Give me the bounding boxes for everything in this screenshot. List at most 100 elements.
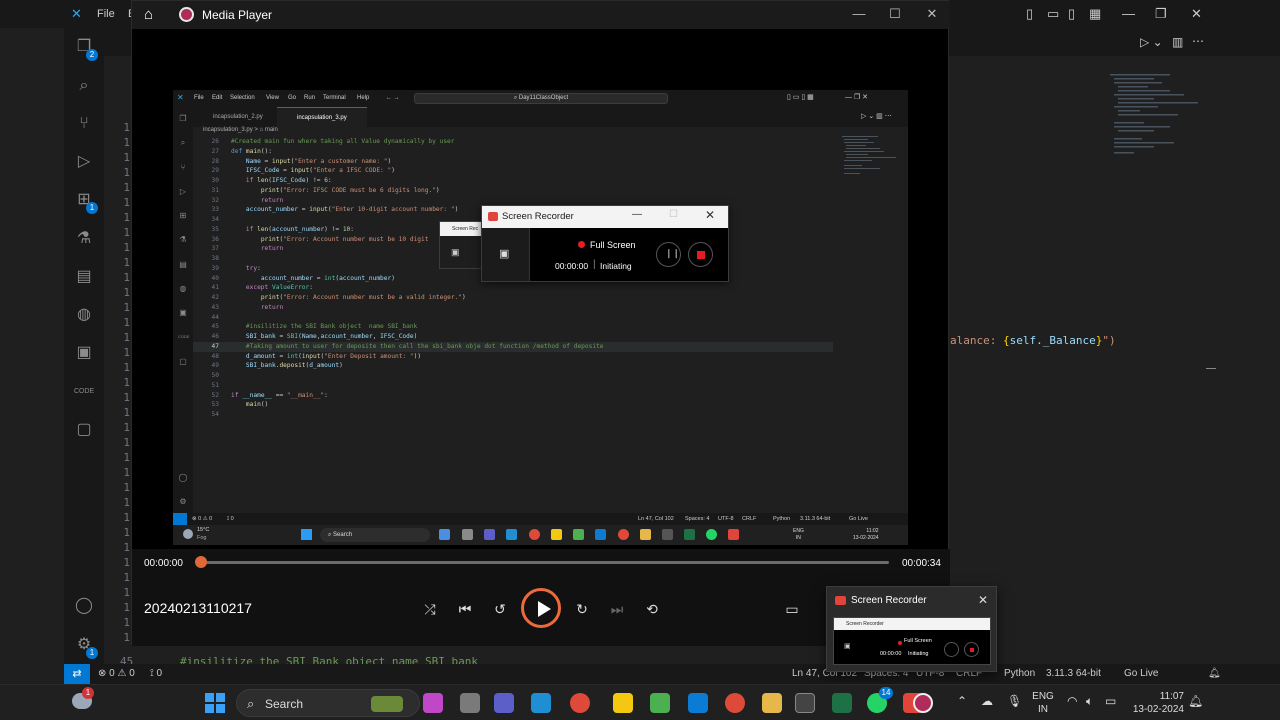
- inner-settings-icon: ⚙: [179, 497, 187, 506]
- teams-icon[interactable]: [494, 693, 514, 713]
- extensions-icon[interactable]: ⊞ 1: [74, 190, 98, 214]
- copilot-icon[interactable]: [423, 693, 443, 713]
- inner-vscode-logo-icon: ✕: [177, 93, 184, 102]
- source-control-icon[interactable]: ⑂: [74, 114, 94, 134]
- chrome-icon[interactable]: [570, 693, 590, 713]
- inner-start-icon: [301, 529, 312, 540]
- docker-icon[interactable]: ▣: [74, 343, 94, 363]
- forward-30-icon[interactable]: ↻: [572, 599, 592, 619]
- layout-sidebar-icon[interactable]: ▯: [1026, 6, 1033, 22]
- more-actions-icon[interactable]: ⋯: [1192, 34, 1204, 48]
- start-button-icon[interactable]: [205, 693, 225, 713]
- inner-app-icon-12: [684, 529, 695, 540]
- maximize-icon[interactable]: ☐: [885, 6, 905, 22]
- git-graph-icon[interactable]: ◍: [74, 305, 94, 325]
- layout-secondary-sidebar-icon[interactable]: ▯: [1068, 6, 1075, 22]
- gutter-line-number: 1: [123, 226, 130, 239]
- rewind-10-icon[interactable]: ↺: [490, 599, 510, 619]
- run-file-icon[interactable]: ▷ ⌄: [1140, 35, 1163, 49]
- power-bi-icon[interactable]: [613, 693, 633, 713]
- thumb-title: Screen Recorder: [834, 618, 990, 630]
- python-interpreter[interactable]: 3.11.3 64-bit: [1046, 664, 1101, 684]
- run-debug-icon[interactable]: ▷: [74, 152, 94, 172]
- close-icon[interactable]: ✕: [1191, 6, 1202, 22]
- close-icon[interactable]: ✕: [922, 6, 942, 22]
- task-view-icon[interactable]: [460, 693, 480, 713]
- notifications-icon[interactable]: 🔔︎: [1188, 694, 1203, 708]
- minimize-icon[interactable]: —: [1122, 6, 1135, 21]
- settings-icon[interactable]: ⚙ 1: [74, 635, 98, 659]
- shuffle-icon[interactable]: ⤮: [420, 599, 440, 619]
- popup-close-icon[interactable]: ✕: [978, 593, 988, 607]
- bell-icon[interactable]: 🔔︎: [1208, 664, 1221, 684]
- repeat-off-icon[interactable]: ⟲: [642, 599, 662, 619]
- home-icon[interactable]: ⌂: [144, 6, 160, 23]
- volume-icon[interactable]: 🔈︎: [1086, 694, 1093, 709]
- weather-badge: 1: [82, 687, 94, 699]
- outlook-icon[interactable]: [531, 693, 551, 713]
- customize-layout-icon[interactable]: ▦: [1089, 6, 1101, 22]
- next-icon[interactable]: ⏭: [607, 599, 627, 619]
- previous-icon[interactable]: ⏮: [455, 599, 475, 619]
- subtitles-icon[interactable]: ▭: [782, 599, 802, 619]
- recorder-thumbnail[interactable]: Screen Recorder ▣ Full Screen 00:00:00 I…: [833, 617, 991, 665]
- show-hidden-icons-icon[interactable]: ⌃: [957, 694, 967, 708]
- stop-button: [688, 242, 713, 267]
- recorder-state: Initiating: [600, 261, 632, 271]
- taskbar-search[interactable]: ⌕ Search: [236, 689, 420, 717]
- snipping-tool-icon[interactable]: [650, 693, 670, 713]
- inner-app-icon-7: [573, 529, 584, 540]
- code-fragment-balance: alance: {self._Balance}"): [950, 334, 1116, 347]
- inner-problems: ⊗ 0 ⚠ 0: [192, 516, 213, 522]
- wifi-icon[interactable]: ◠: [1067, 694, 1077, 708]
- play-button[interactable]: [521, 588, 561, 628]
- explorer-icon[interactable]: ❐ 2: [74, 37, 98, 61]
- battery-icon[interactable]: ▭: [1105, 694, 1116, 708]
- folder-icon[interactable]: ▤: [74, 267, 94, 287]
- pause-icon: ❙❙: [665, 248, 681, 258]
- chat-icon[interactable]: ▢: [74, 420, 94, 440]
- gutter-line-number: 1: [123, 631, 130, 644]
- restore-icon[interactable]: ❐: [1155, 6, 1167, 22]
- gutter-line-number: 1: [123, 151, 130, 164]
- vscode-icon[interactable]: [688, 693, 708, 713]
- inner-tab-bar: incapsulation_2.py incapsulation_3.py ▷ …: [193, 107, 908, 127]
- search-icon[interactable]: ⌕: [74, 76, 94, 96]
- inner-run-icon: ▷: [179, 187, 187, 196]
- ports-status[interactable]: ⟟ 0: [150, 664, 162, 684]
- menu-file[interactable]: File: [97, 8, 115, 20]
- inner-window-controls: — ❐ ✕: [845, 94, 869, 101]
- split-editor-icon[interactable]: ▥: [1172, 35, 1183, 49]
- inner-menu-selection: Selection: [230, 95, 255, 101]
- clock[interactable]: 11:07 13-02-2024: [1128, 690, 1184, 716]
- microphone-icon[interactable]: 🎙︎: [1007, 694, 1022, 708]
- terminal-icon[interactable]: [795, 693, 815, 713]
- media-player-taskbar-icon[interactable]: [913, 693, 933, 713]
- language-mode[interactable]: Python: [1004, 664, 1035, 684]
- screen-recorder-popup[interactable]: Screen Recorder ✕ Screen Recorder ▣ Full…: [826, 586, 997, 672]
- inner-explorer-icon: ❐: [179, 114, 187, 123]
- go-live-button[interactable]: Go Live: [1124, 664, 1158, 684]
- gutter-line-number: 1: [123, 136, 130, 149]
- inner-app-icon-9: [618, 529, 629, 540]
- account-icon[interactable]: ◯: [74, 596, 94, 616]
- whatsapp-icon[interactable]: 14: [867, 687, 893, 713]
- weather-widget-icon[interactable]: 1: [72, 687, 94, 709]
- line-number-gutter: 1 1 1 1 1 1 1 1 1 1 1 1 1 1 1 1 1 1 1 1 1 1 1 1 1 1 1 1 1 1 1 1 1 1 1: [104, 120, 134, 645]
- remote-indicator-icon[interactable]: ⇄: [64, 664, 90, 684]
- layout-panel-icon[interactable]: ▭: [1047, 6, 1059, 22]
- gutter-line-number: 1: [123, 511, 130, 524]
- codegpt-icon[interactable]: CODE: [74, 382, 94, 402]
- excel-icon[interactable]: [832, 693, 852, 713]
- seek-thumb[interactable]: [195, 556, 207, 568]
- inner-golive: Go Live: [849, 516, 868, 522]
- chrome-profile-icon[interactable]: [725, 693, 745, 713]
- onedrive-icon[interactable]: ☁: [981, 694, 993, 708]
- input-language[interactable]: ENG IN: [1030, 690, 1056, 716]
- status-bar: ⇄ ⊗ 0 ⚠ 0 ⟟ 0 Ln 47, Col 102 Spaces: 4 U…: [64, 664, 1280, 684]
- seek-bar[interactable]: [199, 561, 889, 564]
- file-explorer-icon[interactable]: [762, 693, 782, 713]
- testing-icon[interactable]: ⚗: [74, 229, 94, 249]
- problems-status[interactable]: ⊗ 0 ⚠ 0: [98, 664, 135, 684]
- minimize-icon[interactable]: —: [849, 6, 869, 21]
